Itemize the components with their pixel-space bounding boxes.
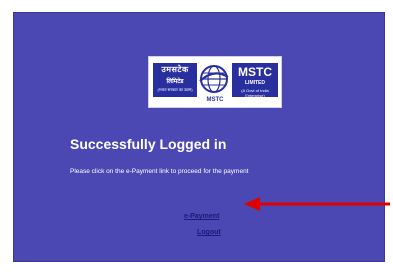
logo-bottom-text: MSTC bbox=[206, 97, 224, 103]
globe-icon bbox=[199, 65, 229, 93]
payment-instruction: Please click on the e-Payment link to pr… bbox=[70, 168, 249, 175]
mstc-logo: उमसटेक लिमिटेड (भारत सरकार का उद्यम) MST… bbox=[148, 56, 282, 108]
arrow-left-icon bbox=[244, 197, 390, 211]
logo-hindi-block: उमसटेक लिमिटेड (भारत सरकार का उद्यम) bbox=[153, 63, 197, 97]
login-success-panel: उमसटेक लिमिटेड (भारत सरकार का उद्यम) MST… bbox=[13, 12, 385, 262]
logout-link[interactable]: Logout bbox=[197, 229, 221, 236]
logo-english-title: MSTC bbox=[238, 65, 272, 79]
logo-hindi-small: (भारत सरकार का उद्यम) bbox=[157, 87, 193, 92]
logo-hindi-title: उमसटेक bbox=[161, 65, 189, 74]
logo-english-small: (A Govt of India Enterprise) bbox=[241, 88, 269, 98]
logo-hindi-sub: लिमिटेड bbox=[166, 79, 184, 85]
e-payment-link[interactable]: e-Payment bbox=[184, 213, 219, 220]
success-title: Successfully Logged in bbox=[70, 136, 227, 152]
logo-english-sub: LIMITED bbox=[245, 80, 265, 86]
logo-english-block: MSTC LIMITED (A Govt of India Enterprise… bbox=[232, 63, 278, 98]
